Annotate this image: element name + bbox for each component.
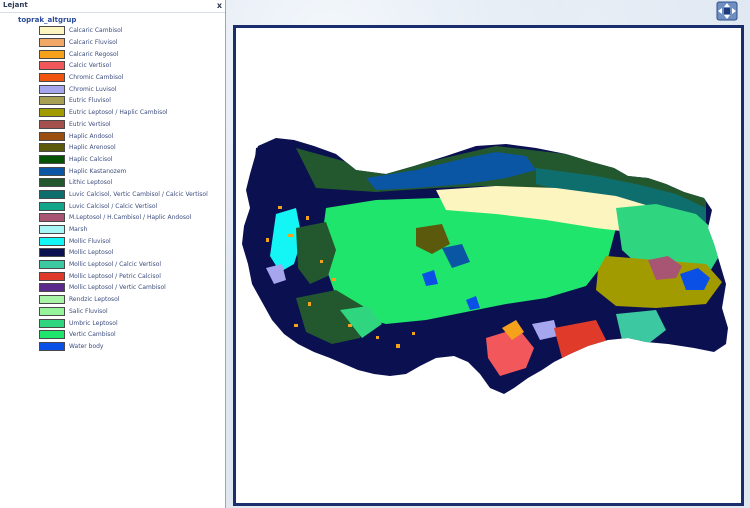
legend-item: Mollic Leptosol / Vertic Cambisol [39, 282, 208, 294]
legend-swatch [39, 236, 65, 246]
legend-label: Haplic Kastanozem [69, 167, 127, 175]
legend-swatch [39, 26, 65, 36]
legend-label: Calcaric Fluvisol [69, 39, 118, 47]
legend-item: Rendzic Leptosol [39, 294, 208, 306]
legend-label: Marsh [69, 226, 88, 234]
legend-item: Mollic Leptosol [39, 247, 208, 259]
legend-item: Eutric Fluvisol [39, 95, 208, 107]
legend-label: Salic Fluvisol [69, 307, 108, 315]
legend-item: Luvic Calcisol / Calcic Vertisol [39, 200, 208, 212]
legend-header: Lejant x [0, 0, 225, 13]
legend-swatch [39, 283, 65, 293]
layer-name: toprak_altgrup [18, 16, 77, 24]
legend-label: Mollic Fluvisol [69, 237, 111, 245]
legend-swatch [39, 178, 65, 188]
legend-swatch [39, 271, 65, 281]
legend-swatch [39, 96, 65, 106]
legend-swatch [39, 341, 65, 351]
legend-label: Mollic Leptosol / Petric Calcisol [69, 272, 161, 280]
legend-label: Chromic Cambisol [69, 74, 124, 82]
legend-item: Luvic Calcisol, Vertic Cambisol / Calcic… [39, 189, 208, 201]
map-frame[interactable] [233, 25, 744, 506]
soil-map[interactable] [236, 28, 741, 503]
legend-item: Chromic Cambisol [39, 72, 208, 84]
legend-item: Marsh [39, 224, 208, 236]
legend-label: Mollic Leptosol / Calcic Vertisol [69, 261, 162, 269]
legend-item: Eutric Leptosol / Haplic Cambisol [39, 107, 208, 119]
legend-swatch [39, 131, 65, 141]
legend-label: Eutric Fluvisol [69, 97, 111, 105]
legend-title: Lejant [3, 1, 28, 9]
legend-swatch [39, 154, 65, 164]
legend-swatch [39, 84, 65, 94]
legend-swatch [39, 248, 65, 258]
legend-item: Calcic Vertisol [39, 60, 208, 72]
legend-label: Chromic Luvisol [69, 85, 117, 93]
legend-label: Haplic Arenosol [69, 144, 116, 152]
legend-item: M.Leptosol / H.Cambisol / Haplic Andosol [39, 212, 208, 224]
legend-swatch [39, 225, 65, 235]
legend-item: Salic Fluvisol [39, 306, 208, 318]
legend-label: Eutric Vertisol [69, 120, 111, 128]
legend-swatch [39, 166, 65, 176]
legend-item: Haplic Andosol [39, 130, 208, 142]
legend-label: Calcaric Cambisol [69, 27, 123, 35]
legend-panel: Lejant x toprak_altgrup Calcaric Cambiso… [0, 0, 226, 508]
legend-swatch [39, 306, 65, 316]
legend-item: Eutric Vertisol [39, 119, 208, 131]
legend-label: Vertic Cambisol [69, 331, 116, 339]
legend-label: Luvic Calcisol / Calcic Vertisol [69, 202, 158, 210]
legend-swatch [39, 119, 65, 129]
legend-swatch [39, 49, 65, 59]
legend-item: Umbric Leptosol [39, 317, 208, 329]
legend-label: Haplic Andosol [69, 132, 114, 140]
legend-item: Lithic Leptosol [39, 177, 208, 189]
legend-label: Calcic Vertisol [69, 62, 111, 70]
legend-item: Mollic Leptosol / Calcic Vertisol [39, 259, 208, 271]
legend-label: Luvic Calcisol, Vertic Cambisol / Calcic… [69, 190, 208, 198]
legend-item: Calcaric Fluvisol [39, 37, 208, 49]
legend-label: Water body [69, 342, 104, 350]
legend-label: Calcaric Regosol [69, 50, 119, 58]
legend-item: Haplic Kastanozem [39, 165, 208, 177]
legend-item: Mollic Fluvisol [39, 235, 208, 247]
legend-swatch [39, 189, 65, 199]
legend-label: Umbric Leptosol [69, 319, 118, 327]
legend-label: M.Leptosol / H.Cambisol / Haplic Andosol [69, 214, 192, 222]
anatolia-soil-patches [242, 138, 728, 394]
legend-swatch [39, 61, 65, 71]
legend-item: Water body [39, 341, 208, 353]
legend-item: Calcaric Cambisol [39, 25, 208, 37]
legend-swatch [39, 295, 65, 305]
legend-swatch [39, 318, 65, 328]
legend-label: Haplic Calcisol [69, 155, 113, 163]
pan-navigation-icon[interactable] [716, 1, 738, 21]
legend-label: Mollic Leptosol [69, 249, 114, 257]
legend-swatch [39, 260, 65, 270]
legend-label: Lithic Leptosol [69, 179, 113, 187]
legend-swatch [39, 213, 65, 223]
legend-swatch [39, 330, 65, 340]
legend-item: Haplic Calcisol [39, 154, 208, 166]
legend-swatch [39, 73, 65, 83]
legend-item: Haplic Arenosol [39, 142, 208, 154]
legend-label: Eutric Leptosol / Haplic Cambisol [69, 109, 168, 117]
legend-label: Rendzic Leptosol [69, 296, 120, 304]
legend-item: Chromic Luvisol [39, 83, 208, 95]
close-icon[interactable]: x [217, 0, 222, 11]
legend-swatch [39, 108, 65, 118]
legend-swatch [39, 201, 65, 211]
legend-item: Vertic Cambisol [39, 329, 208, 341]
legend-list: Calcaric Cambisol Calcaric Fluvisol Calcar… [39, 25, 208, 352]
legend-item: Calcaric Regosol [39, 48, 208, 60]
legend-swatch [39, 38, 65, 48]
legend-label: Mollic Leptosol / Vertic Cambisol [69, 284, 166, 292]
legend-swatch [39, 143, 65, 153]
legend-item: Mollic Leptosol / Petric Calcisol [39, 270, 208, 282]
map-area[interactable] [226, 0, 750, 508]
